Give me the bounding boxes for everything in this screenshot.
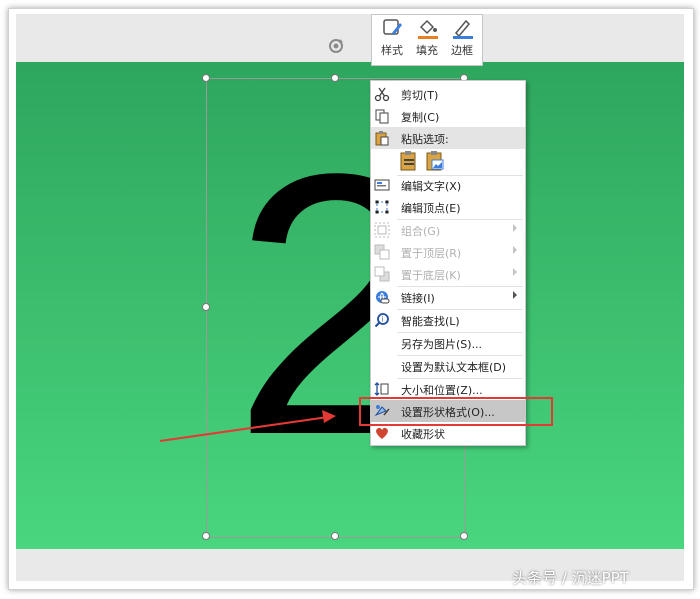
annotation-arrow xyxy=(159,410,336,442)
watermark: 头条号 / 沉迷PPT xyxy=(512,569,629,587)
